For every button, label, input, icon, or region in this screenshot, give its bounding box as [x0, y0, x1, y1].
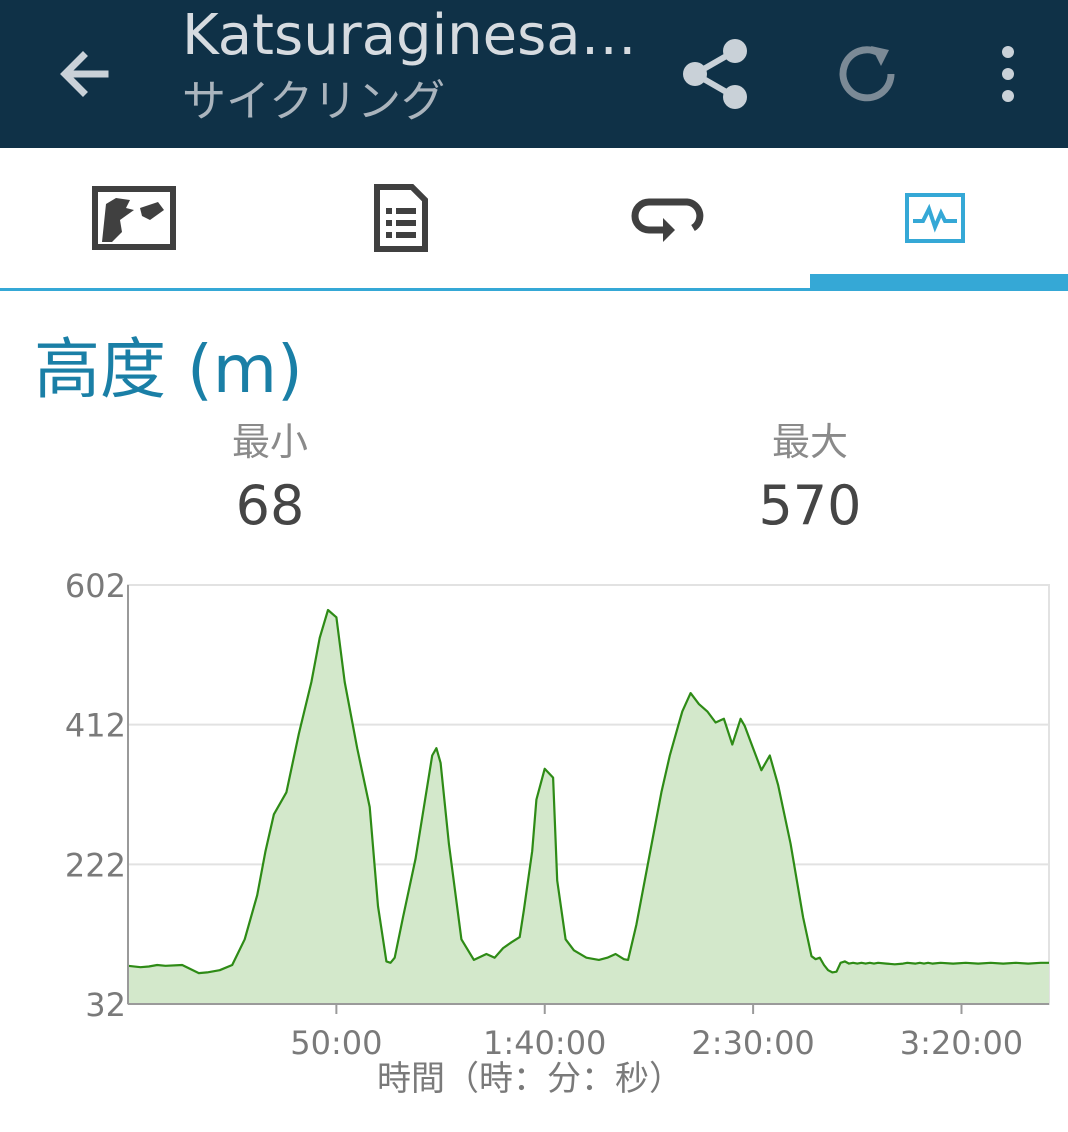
min-value: 68 — [235, 474, 305, 537]
max-stat: 最大 570 — [660, 420, 960, 538]
refresh-button[interactable] — [822, 0, 912, 148]
x-tick-label: 2:30:00 — [691, 1024, 814, 1062]
details-document-icon — [373, 184, 428, 252]
min-stat: 最小 68 — [120, 420, 420, 538]
chart-icon — [904, 193, 965, 243]
tab-selected-indicator — [810, 274, 1068, 291]
activity-title: Katsuraginesa… — [182, 4, 637, 68]
min-label: 最小 — [231, 420, 308, 464]
chart-section-title: 高度 (m) — [34, 331, 303, 408]
more-options-button[interactable] — [978, 0, 1038, 148]
share-icon — [683, 39, 747, 109]
y-tick-label: 222 — [65, 846, 126, 884]
tab-bar — [0, 148, 1068, 294]
y-tick-label: 412 — [65, 707, 126, 745]
tab-laps[interactable] — [534, 148, 801, 288]
x-tick-label: 3:20:00 — [900, 1024, 1023, 1062]
elevation-chart: 32 222 412 602 50:00 1:40:00 2:30:00 3:20:00 時間… — [65, 567, 1050, 1099]
tab-map[interactable] — [0, 148, 267, 288]
arrow-left-icon — [60, 51, 109, 97]
max-value: 570 — [758, 474, 862, 537]
y-tick-label: 602 — [65, 567, 126, 605]
y-tick-label: 32 — [85, 986, 126, 1024]
tab-details[interactable] — [267, 148, 534, 288]
laps-loop-icon — [631, 198, 703, 242]
elevation-area — [128, 610, 1049, 1004]
refresh-icon — [839, 46, 895, 102]
back-button[interactable] — [40, 0, 130, 148]
map-icon — [91, 186, 176, 250]
x-axis-label: 時間（時：分：秒） — [377, 1059, 683, 1099]
share-button[interactable] — [668, 0, 764, 148]
x-tick-label: 50:00 — [290, 1024, 382, 1062]
x-tick-label: 1:40:00 — [483, 1024, 606, 1062]
app-bar: Katsuraginesa… サイクリング — [0, 0, 1068, 148]
max-label: 最大 — [771, 420, 848, 464]
activity-type: サイクリング — [182, 76, 446, 127]
more-vert-icon — [1002, 46, 1014, 102]
title-block: Katsuraginesa… サイクリング — [182, 4, 652, 132]
tab-charts[interactable] — [801, 148, 1068, 288]
chart-series — [127, 608, 1049, 1004]
